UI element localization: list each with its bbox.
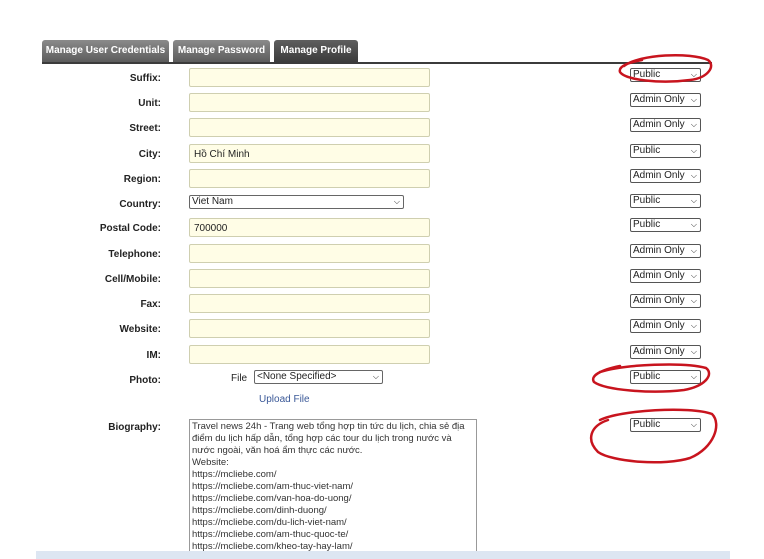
suffix-visibility-select[interactable]: Public ⌵ xyxy=(630,68,701,82)
suffix-field[interactable] xyxy=(189,68,430,87)
biography-visibility-value: Public xyxy=(633,419,661,430)
photo-visibility-value: Public xyxy=(633,371,661,382)
fax-visibility-value: Admin Only xyxy=(633,295,685,306)
telephone-label: Telephone: xyxy=(108,249,161,260)
photo-file-value: <None Specified> xyxy=(257,371,337,382)
suffix-visibility-value: Public xyxy=(633,69,661,80)
chevron-down-icon: ⌵ xyxy=(690,420,697,429)
tab-manage-user-credentials[interactable]: Manage User Credentials xyxy=(42,40,169,62)
chevron-down-icon: ⌵ xyxy=(690,120,697,129)
cell-mobile-visibility-select[interactable]: Admin Only ⌵ xyxy=(630,269,701,283)
photo-visibility-select[interactable]: Public ⌵ xyxy=(630,370,701,384)
street-visibility-value: Admin Only xyxy=(633,119,685,130)
telephone-visibility-select[interactable]: Admin Only ⌵ xyxy=(630,244,701,258)
suffix-row: Suffix: Public ⌵ xyxy=(0,68,764,90)
city-label: City: xyxy=(138,149,161,160)
postal-code-label: Postal Code: xyxy=(99,223,161,234)
cell-mobile-row: Cell/Mobile: Admin Only ⌵ xyxy=(0,269,764,291)
region-row: Region: Admin Only ⌵ xyxy=(0,169,764,191)
chevron-down-icon: ⌵ xyxy=(690,95,697,104)
chevron-down-icon: ⌵ xyxy=(690,372,697,381)
tab-manage-profile[interactable]: Manage Profile xyxy=(274,40,358,63)
street-field[interactable] xyxy=(189,118,430,137)
unit-field[interactable] xyxy=(189,93,430,112)
telephone-visibility-value: Admin Only xyxy=(633,245,685,256)
region-visibility-value: Admin Only xyxy=(633,170,685,181)
photo-file-select[interactable]: <None Specified> ⌵ xyxy=(254,370,383,384)
im-row: IM: Admin Only ⌵ xyxy=(0,345,764,367)
biography-textarea[interactable]: Travel news 24h - Trang web tổng hợp tin… xyxy=(189,419,477,553)
fax-field[interactable] xyxy=(189,294,430,313)
street-label: Street: xyxy=(129,123,161,134)
chevron-down-icon: ⌵ xyxy=(690,246,697,255)
photo-file-label: File xyxy=(231,373,248,384)
region-visibility-select[interactable]: Admin Only ⌵ xyxy=(630,169,701,183)
website-field[interactable] xyxy=(189,319,430,338)
city-visibility-select[interactable]: Public ⌵ xyxy=(630,144,701,158)
country-select[interactable]: Viet Nam ⌵ xyxy=(189,195,404,209)
unit-visibility-select[interactable]: Admin Only ⌵ xyxy=(630,93,701,107)
im-visibility-value: Admin Only xyxy=(633,346,685,357)
country-row: Country: Viet Nam ⌵ Public ⌵ xyxy=(0,194,764,216)
telephone-row: Telephone: Admin Only ⌵ xyxy=(0,244,764,266)
chevron-down-icon: ⌵ xyxy=(690,196,697,205)
cell-mobile-label: Cell/Mobile: xyxy=(104,274,161,285)
postal-code-visibility-value: Public xyxy=(633,219,661,230)
postal-code-row: Postal Code: 700000 Public ⌵ xyxy=(0,218,764,240)
upload-file-link[interactable]: Upload File xyxy=(259,394,310,405)
fax-visibility-select[interactable]: Admin Only ⌵ xyxy=(630,294,701,308)
website-row: Website: Admin Only ⌵ xyxy=(0,319,764,341)
im-field[interactable] xyxy=(189,345,430,364)
region-field[interactable] xyxy=(189,169,430,188)
chevron-down-icon: ⌵ xyxy=(690,347,697,356)
chevron-down-icon: ⌵ xyxy=(690,146,697,155)
country-value: Viet Nam xyxy=(192,196,233,207)
chevron-down-icon: ⌵ xyxy=(690,296,697,305)
street-row: Street: Admin Only ⌵ xyxy=(0,118,764,140)
country-label: Country: xyxy=(119,199,161,210)
tab-underline xyxy=(42,62,712,64)
chevron-down-icon: ⌵ xyxy=(690,271,697,280)
cell-mobile-visibility-value: Admin Only xyxy=(633,270,685,281)
website-visibility-select[interactable]: Admin Only ⌵ xyxy=(630,319,701,333)
country-visibility-select[interactable]: Public ⌵ xyxy=(630,194,701,208)
chevron-down-icon: ⌵ xyxy=(690,220,697,229)
postal-code-visibility-select[interactable]: Public ⌵ xyxy=(630,218,701,232)
fax-row: Fax: Admin Only ⌵ xyxy=(0,294,764,316)
cell-mobile-field[interactable] xyxy=(189,269,430,288)
unit-label: Unit: xyxy=(138,98,161,109)
chevron-down-icon: ⌵ xyxy=(372,372,379,381)
city-visibility-value: Public xyxy=(633,145,661,156)
suffix-label: Suffix: xyxy=(129,73,161,84)
website-label: Website: xyxy=(119,324,162,335)
biography-visibility-select[interactable]: Public ⌵ xyxy=(630,418,701,432)
city-row: City: Hồ Chí Minh Public ⌵ xyxy=(0,144,764,166)
im-visibility-select[interactable]: Admin Only ⌵ xyxy=(630,345,701,359)
im-label: IM: xyxy=(146,350,161,361)
street-visibility-select[interactable]: Admin Only ⌵ xyxy=(630,118,701,132)
postal-code-field[interactable]: 700000 xyxy=(189,218,430,237)
city-field[interactable]: Hồ Chí Minh xyxy=(189,144,430,163)
photo-label: Photo: xyxy=(129,375,161,386)
chevron-down-icon: ⌵ xyxy=(690,70,697,79)
unit-row: Unit: Admin Only ⌵ xyxy=(0,93,764,115)
chevron-down-icon: ⌵ xyxy=(690,321,697,330)
website-visibility-value: Admin Only xyxy=(633,320,685,331)
region-label: Region: xyxy=(123,174,161,185)
biography-label: Biography: xyxy=(108,422,161,433)
chevron-down-icon: ⌵ xyxy=(393,197,400,206)
telephone-field[interactable] xyxy=(189,244,430,263)
tab-manage-password[interactable]: Manage Password xyxy=(173,40,270,62)
bottom-bar xyxy=(36,551,730,559)
chevron-down-icon: ⌵ xyxy=(690,171,697,180)
fax-label: Fax: xyxy=(140,299,161,310)
country-visibility-value: Public xyxy=(633,195,661,206)
unit-visibility-value: Admin Only xyxy=(633,94,685,105)
